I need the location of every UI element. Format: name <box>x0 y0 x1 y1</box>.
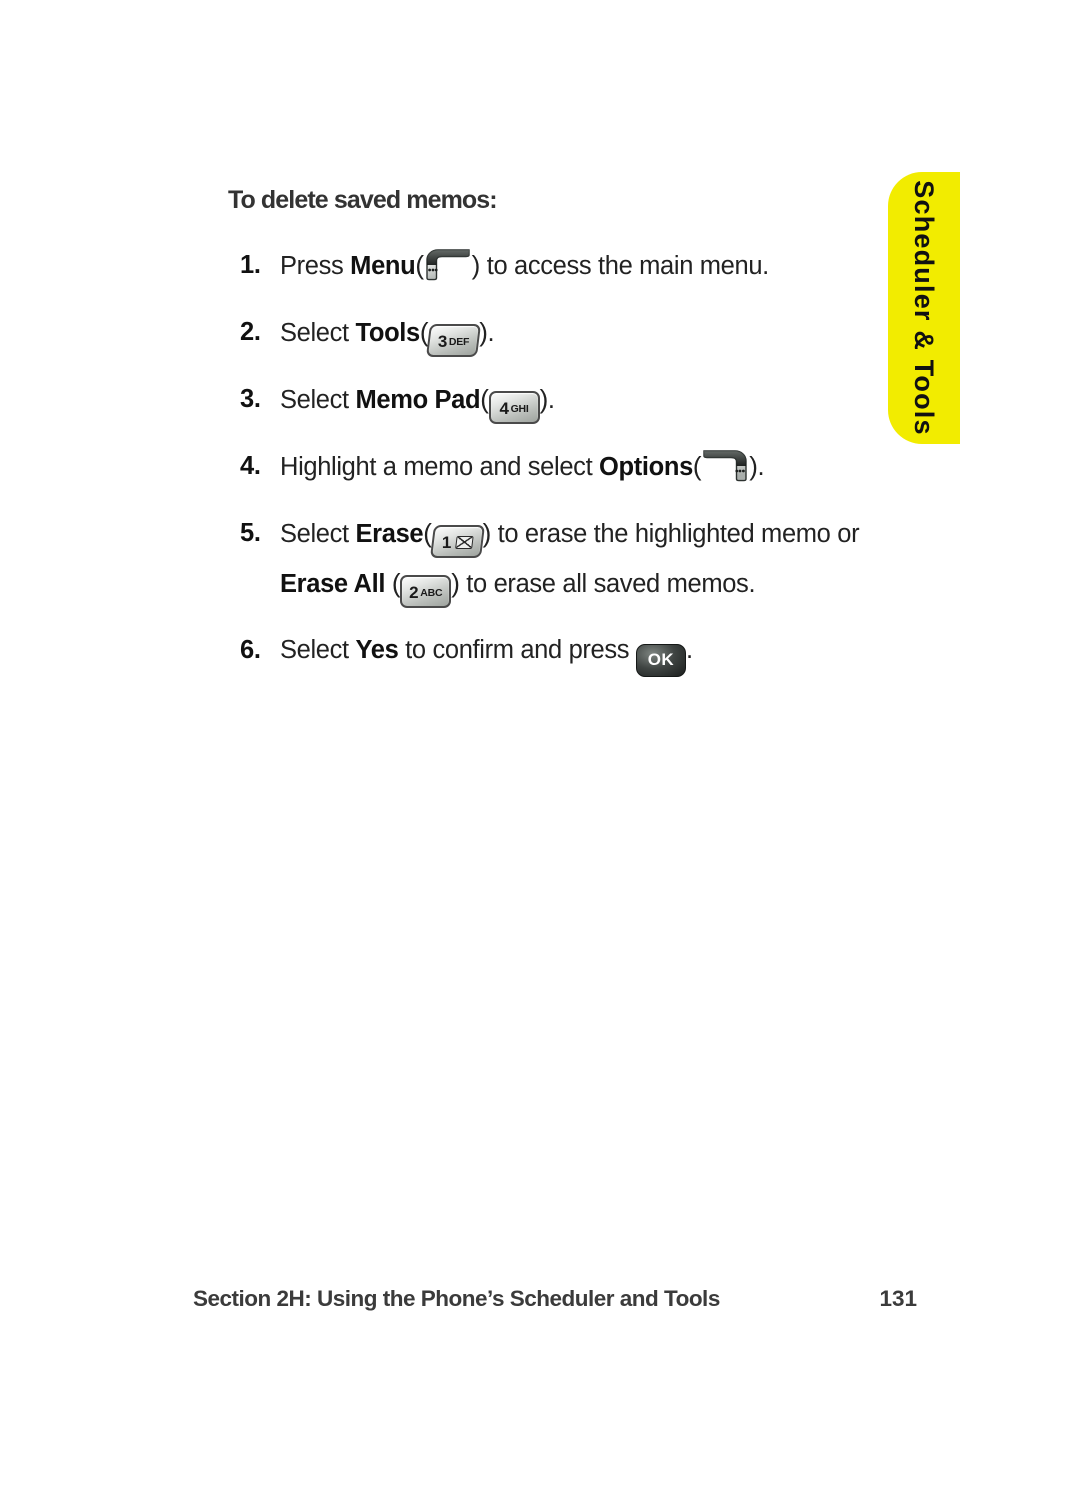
list-item-bold-term: Menu <box>350 252 416 280</box>
paren-open: ( <box>692 451 702 481</box>
list-item-bold-term: Erase <box>355 520 424 548</box>
list-item-bold-term: Yes <box>355 636 399 664</box>
key-4-ghi-icon: 4 GHI <box>488 391 540 424</box>
list-item-number: 2. <box>240 318 261 346</box>
list-item-text-after: . <box>547 386 555 414</box>
list-item-text-after: to erase the highlighted memo or <box>490 520 860 548</box>
key-digit: 3 <box>437 332 447 351</box>
list-item-bold-term: Tools <box>355 319 421 347</box>
list-item-line-2: Erase All (2 ABC) to erase all saved memo… <box>280 559 868 609</box>
paren-close: ) <box>451 568 460 598</box>
section-side-tab: Scheduler & Tools <box>888 172 960 444</box>
key-2-abc-icon: 2 ABC <box>400 575 452 608</box>
list-item-line-1: Select Erase(1) to erase the highlighted… <box>280 509 868 559</box>
paren-close: ) <box>539 384 549 414</box>
paren-open: ( <box>385 568 401 598</box>
content-column: To delete saved memos: 1. Press Menu() … <box>228 186 868 694</box>
key-letters: ABC <box>420 587 443 599</box>
list-item-text-after: . <box>685 636 693 664</box>
softkey-right-options-icon <box>701 448 749 482</box>
list-item-text-before: Select <box>280 386 356 414</box>
paren-close: ) <box>479 317 488 347</box>
key-digit: 4 <box>499 399 509 418</box>
list-item-text-before: Highlight a memo and select <box>280 453 600 481</box>
section-side-tab-label: Scheduler & Tools <box>909 180 940 436</box>
list-item-text-before: Select <box>280 636 356 664</box>
list-item-bold-term: Options <box>599 453 693 481</box>
list-item-text-after: to erase all saved memos. <box>459 570 756 598</box>
key-digit: 1 <box>441 533 451 552</box>
list-item-text-after: . <box>757 453 765 481</box>
list-item: 4. Highlight a memo and select Options( <box>228 442 868 492</box>
list-item: 1. Press Menu() to access the main menu… <box>228 241 868 291</box>
softkey-left-menu-icon <box>424 247 472 281</box>
list-item-number: 4. <box>240 452 261 480</box>
list-item: 3. Select Memo Pad(4 GHI). <box>228 375 868 425</box>
list-item-text-before: Select <box>280 520 356 548</box>
list-item: 5. Select Erase(1) to erase the highligh… <box>228 509 868 609</box>
paren-close: ) <box>749 451 758 481</box>
key-digit: 2 <box>409 583 419 602</box>
list-item-bold-term: Memo Pad <box>355 386 481 414</box>
list-item-text-after: . <box>487 319 495 347</box>
footer-page-number: 131 <box>879 1286 917 1311</box>
key-letters: GHI <box>510 403 529 415</box>
key-ok-icon: OK <box>635 644 686 677</box>
paren-close: ) <box>471 250 481 280</box>
list-item-text-mid: to confirm and press <box>398 636 636 664</box>
list-item-bold-term: Erase All <box>280 570 386 598</box>
list-item-text-before: Press <box>280 252 351 280</box>
page-title: To delete saved memos: <box>228 186 498 214</box>
list-item-number: 3. <box>240 385 261 413</box>
list-item-text-after: to access the main menu. <box>479 252 770 280</box>
list-item-number: 1. <box>240 251 261 279</box>
key-letters: DEF <box>448 336 470 348</box>
voicemail-envelope-icon <box>454 536 473 549</box>
key-1-voicemail-icon: 1 <box>429 525 485 558</box>
list-item: 6. Select Yes to confirm and press OK. <box>228 626 868 677</box>
list-item-number: 5. <box>240 519 261 547</box>
page-footer: Section 2H: Using the Phone’s Scheduler … <box>193 1286 917 1312</box>
list-item: 2. Select Tools(3 DEF). <box>228 308 868 358</box>
list-item-text-before: Select <box>280 319 356 347</box>
footer-section-title: Section 2H: Using the Phone’s Scheduler … <box>193 1286 720 1311</box>
paren-open: ( <box>415 250 424 280</box>
paren-open: ( <box>480 384 489 414</box>
paren-open: ( <box>423 518 432 548</box>
list-item-number: 6. <box>240 636 261 664</box>
key-3-def-icon: 3 DEF <box>426 324 482 357</box>
